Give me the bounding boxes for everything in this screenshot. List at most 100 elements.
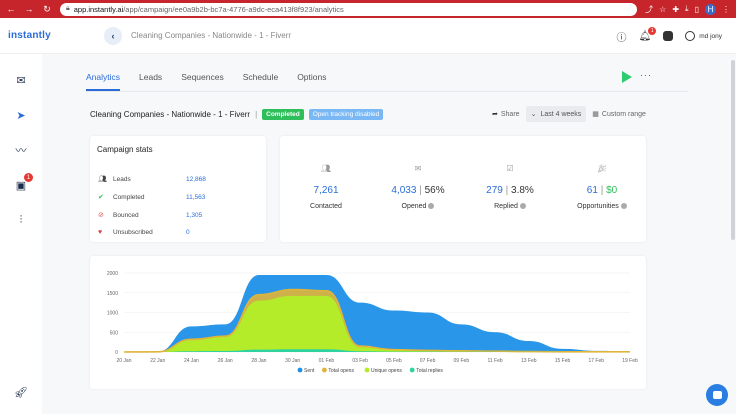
app-header: instantly ‹ Cleaning Companies - Nationw… [0,18,736,54]
custom-range-label: Custom range [601,110,646,118]
left-sidebar: ✉ ➤ 〰 ▣ 1 ⫶ 🚀︎ [0,54,42,414]
chevron-down-icon: ⌄ [530,111,537,118]
envelope-icon: ✉ [414,164,422,173]
metric-extra: $0 [606,185,618,196]
tab-analytics[interactable]: Analytics [86,72,121,91]
contacted-icon: 👥︎ [320,164,332,173]
share-icon: ➦ [492,111,498,118]
url-path: /app/campaign/ee0a9b2b-bc7a-4776-a9dc-ec… [123,4,344,14]
tracking-badge: Open tracking disabled [308,109,384,120]
bell-icon[interactable]: 🔔︎ 1 [639,26,657,42]
x-tick-label: 15 Feb [555,358,571,364]
legend-label: Total opens [328,368,354,374]
back-button[interactable]: ‹ [104,26,122,45]
reload-icon[interactable]: ↻ [42,4,52,15]
stat-row-bounced: ⊘ Bounced 1,305 [98,211,258,220]
extension-bar: ⤴ ☆ ✚ ⤓ ▯ H ⋮ [645,3,730,15]
x-tick-label: 17 Feb [588,358,604,364]
x-tick-label: 24 Jan [184,358,199,364]
separator: | [255,110,258,119]
lock-icon: 🔒︎ [66,5,70,12]
info-icon[interactable] [519,203,526,210]
tabs-divider [86,91,688,92]
play-campaign-button[interactable] [622,71,632,83]
x-tick-label: 30 Jan [285,358,300,364]
stat-label: Completed [113,193,145,201]
custom-range-button[interactable]: ▦ Custom range [592,110,646,119]
stat-row-completed: ✔ Completed 11,563 [98,193,258,202]
main-content: Analytics Leads Sequences Schedule Optio… [42,54,736,414]
stat-label: Bounced [113,211,139,219]
legend-label: Unique opens [371,368,402,374]
rocket-icon[interactable]: 🚀︎ [14,385,28,399]
metric-value: 279 [486,185,503,196]
user-icon [685,31,696,41]
settings-sliders-icon[interactable]: ⫶ [14,213,28,227]
metric-extra: 56% [424,185,445,196]
y-tick-label: 1500 [107,291,118,297]
forward-arrow-icon[interactable]: → [24,4,34,14]
analytics-icon[interactable]: 〰 [14,143,28,157]
share-button[interactable]: ➦ Share [492,110,520,119]
chat-button[interactable] [706,384,728,406]
profile-avatar[interactable]: H [705,3,716,15]
header-actions: ⓘ 🔔︎ 1 md jony [617,18,722,54]
address-bar[interactable]: 🔒︎ app.instantly.ai/app/campaign/ee0a9b2… [60,2,638,16]
x-tick-label: 13 Feb [521,358,537,364]
info-icon[interactable] [620,203,627,210]
extension-icon[interactable]: ✚ [672,5,679,14]
back-arrow-icon[interactable]: ← [6,4,16,14]
metric-label: Contacted [310,203,342,210]
stats-title: Campaign stats [97,145,153,154]
stat-label: Leads [113,175,131,183]
stat-row-leads: 👥︎ Leads 12,868 [98,175,258,184]
check-circle-icon: ✔ [98,194,104,201]
tab-options[interactable]: Options [297,72,326,91]
page-scrollbar[interactable] [731,60,735,240]
instantly-logo[interactable]: instantly [0,30,60,41]
download-icon[interactable]: ⤓ [685,4,689,14]
y-tick-label: 500 [110,330,119,336]
x-tick-label: 28 Jan [251,358,266,364]
user-menu[interactable]: md jony [685,31,722,41]
reply-icon: ☑ [506,164,514,173]
campaign-name: Cleaning Companies - Nationwide - 1 - Fi… [90,110,251,119]
campaign-info-row: Cleaning Companies - Nationwide - 1 - Fi… [90,109,384,120]
date-range-select[interactable]: ⌄ Last 4 weeks [525,106,587,122]
share-page-icon[interactable]: ⤴ [645,4,653,15]
campaign-stats-card: Campaign stats 👥︎ Leads 12,868 ✔ Complet… [90,136,266,242]
app-switch-icon[interactable] [663,31,674,41]
legend-swatch [364,367,370,373]
users-icon: 👥︎ [98,176,107,183]
info-icon[interactable] [428,203,435,210]
tab-sequences[interactable]: Sequences [181,72,224,91]
share-label: Share [500,110,520,118]
status-badge: Completed [262,109,304,120]
bookmark-star-icon[interactable]: ☆ [659,5,666,14]
date-range-label: Last 4 weeks [540,110,582,118]
browser-menu-icon[interactable]: ⋮ [722,5,730,14]
mail-icon[interactable]: ✉ [14,73,28,87]
stat-value: 11,563 [186,193,206,201]
metric-label: Opened [401,203,427,210]
send-icon[interactable]: ➤ [14,108,28,122]
more-options-icon[interactable]: ··· [640,70,652,80]
sidebar-toggle-icon[interactable]: ▯ [695,5,699,14]
legend-swatch [322,367,327,373]
inbox-icon[interactable]: ▣ 1 [14,173,33,192]
user-name: md jony [699,32,722,40]
inbox-badge: 1 [24,173,33,182]
legend-label: Total replies [416,368,443,374]
bounce-icon: ⊘ [98,212,104,219]
metrics-card: 👥︎ 7,261 Contacted ✉ 4,033 | 56% Opened … [280,136,646,242]
legend-label: Sent [304,368,315,374]
y-tick-label: 0 [115,350,118,356]
tab-leads[interactable]: Leads [139,72,162,91]
x-tick-label: 11 Feb [487,358,502,364]
help-icon[interactable]: ⓘ [617,29,627,44]
stat-value: 12,868 [186,175,206,183]
tab-schedule[interactable]: Schedule [243,72,278,91]
metric-label: Opportunities [577,203,619,210]
x-tick-label: 07 Feb [420,358,436,364]
x-tick-label: 20 Jan [116,358,131,364]
